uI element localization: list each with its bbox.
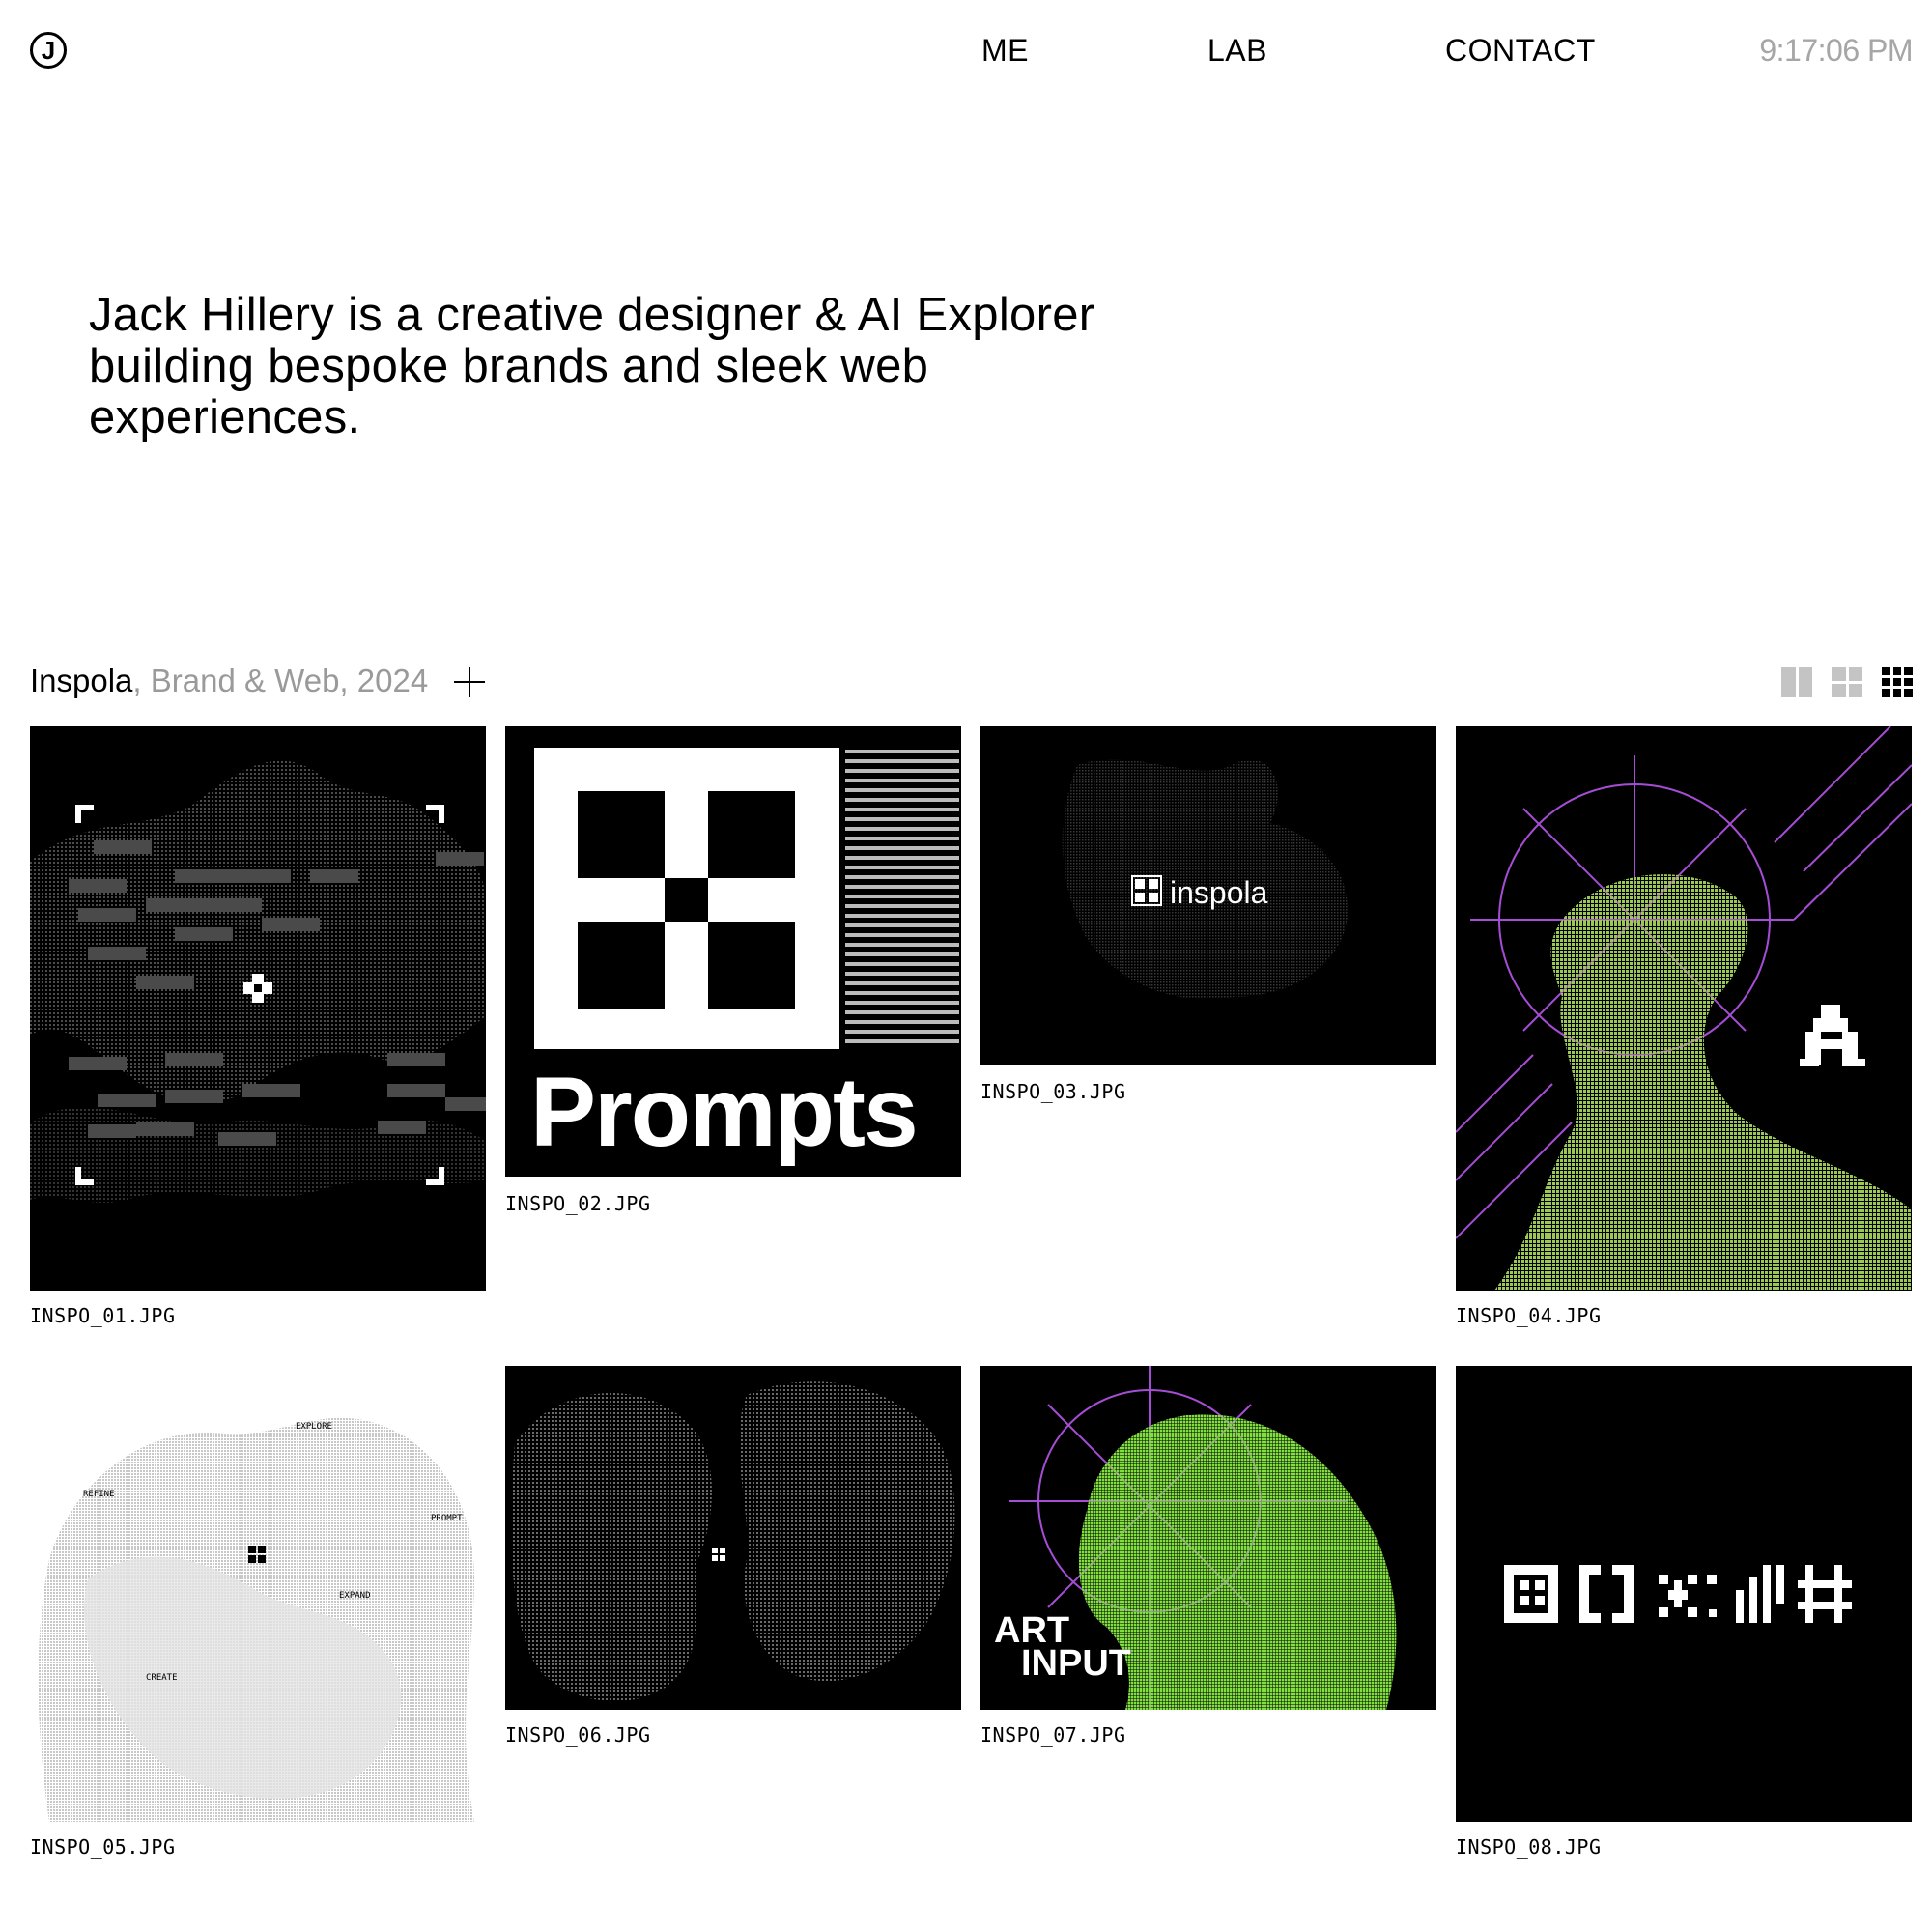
green-head-artwork	[1456, 726, 1912, 1291]
skull-profile-artwork	[511, 1381, 955, 1701]
expand-plus-icon[interactable]	[454, 667, 485, 697]
inspo-image-04[interactable]	[1456, 726, 1912, 1291]
art-input-artwork: ART INPUT	[994, 1366, 1397, 1710]
inspo-image-08[interactable]	[1456, 1366, 1912, 1822]
caption-06: INSPO_06.JPG	[505, 1723, 651, 1747]
project-name: Inspola	[30, 663, 133, 698]
nav-contact[interactable]: CONTACT	[1445, 33, 1596, 69]
logo-letter: J	[41, 36, 56, 65]
label-refine: REFINE	[83, 1490, 115, 1499]
caption-07: INSPO_07.JPG	[980, 1723, 1126, 1747]
prompts-artwork: Prompts	[530, 748, 959, 1167]
caption-08: INSPO_08.JPG	[1456, 1835, 1602, 1859]
tree-scan-artwork	[30, 760, 486, 1203]
clock: 9:17:06 PM	[1759, 33, 1913, 68]
caption-04: INSPO_04.JPG	[1456, 1304, 1602, 1327]
project-meta: , Brand & Web, 2024	[132, 663, 429, 698]
inspo-image-06[interactable]	[505, 1366, 961, 1710]
pixel-glyph-artwork	[1504, 1565, 1852, 1623]
nav-me[interactable]: ME	[981, 33, 1029, 69]
four-grid-view-icon[interactable]	[1832, 667, 1862, 697]
prompts-wordmark: Prompts	[530, 1057, 917, 1167]
label-prompt: PROMPT	[431, 1514, 463, 1523]
input-text: INPUT	[1021, 1643, 1131, 1684]
label-create: CREATE	[146, 1673, 178, 1683]
white-hand-artwork: EXPLORE REFINE PROMPT EXPAND CREATE	[38, 1417, 474, 1822]
project-title[interactable]: Inspola, Brand & Web, 2024	[30, 663, 428, 699]
hero-intro: Jack Hillery is a creative designer & AI…	[89, 289, 1095, 443]
label-explore: EXPLORE	[296, 1422, 332, 1432]
inspola-wordmark: inspola	[1170, 875, 1268, 910]
inspo-image-05[interactable]: EXPLORE REFINE PROMPT EXPAND CREATE	[30, 1366, 486, 1822]
nine-grid-view-icon[interactable]	[1882, 667, 1913, 697]
caption-01: INSPO_01.JPG	[30, 1304, 176, 1327]
nav-lab[interactable]: LAB	[1208, 33, 1267, 69]
inspo-image-03[interactable]: inspola	[980, 726, 1436, 1065]
two-column-view-icon[interactable]	[1781, 667, 1812, 697]
inspola-logo-artwork: inspola	[1062, 759, 1348, 999]
caption-02: INSPO_02.JPG	[505, 1192, 651, 1215]
inspo-image-07[interactable]: ART INPUT	[980, 1366, 1436, 1710]
inspo-image-02[interactable]: Prompts	[505, 726, 961, 1177]
view-switcher	[1781, 667, 1913, 697]
logo[interactable]: J	[30, 32, 67, 69]
label-expand: EXPAND	[339, 1591, 371, 1601]
inspo-image-01[interactable]	[30, 726, 486, 1291]
caption-05: INSPO_05.JPG	[30, 1835, 176, 1859]
caption-03: INSPO_03.JPG	[980, 1080, 1126, 1103]
